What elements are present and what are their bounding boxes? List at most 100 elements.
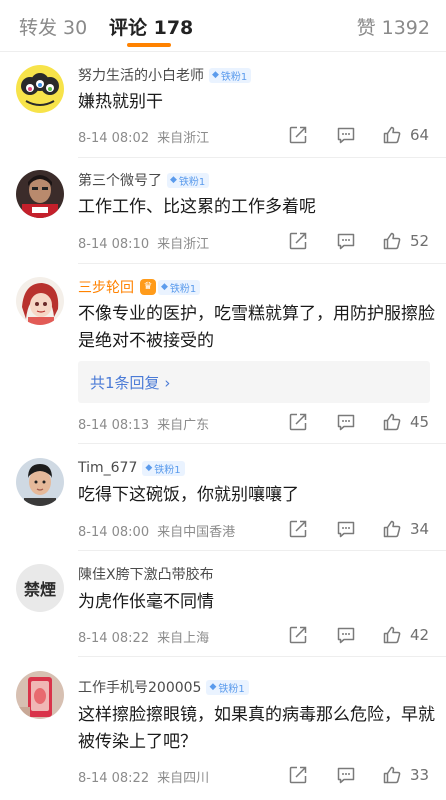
like-icon bbox=[382, 125, 402, 145]
share-icon[interactable] bbox=[288, 625, 308, 645]
like-count: 33 bbox=[410, 766, 430, 784]
comment-icon[interactable] bbox=[336, 765, 356, 785]
comment-item: 三步轮回 ♛ ◆ 铁粉1 不像专业的医护，吃雪糕就算了，用防护服擦脸是绝对不被接受… bbox=[0, 264, 446, 444]
comment-actions: 42 bbox=[288, 624, 430, 646]
reply-box[interactable]: 共1条回复 › bbox=[78, 361, 430, 403]
username-row: 陳佳X胯下激凸带胶布 bbox=[78, 565, 214, 583]
username-row: 三步轮回 ♛ ◆ 铁粉1 bbox=[78, 277, 201, 297]
badge-label: 铁粉1 bbox=[154, 464, 181, 476]
fan-badge: ◆ 铁粉1 bbox=[209, 67, 252, 83]
like-button[interactable]: 52 bbox=[382, 231, 430, 251]
comment-actions: 33 bbox=[288, 764, 430, 786]
like-count: 45 bbox=[410, 413, 430, 431]
active-tab-indicator bbox=[127, 43, 171, 47]
comment-location: 来自中国香港 bbox=[157, 525, 236, 540]
like-icon bbox=[382, 231, 402, 251]
like-button[interactable]: 45 bbox=[382, 412, 430, 432]
like-icon bbox=[382, 519, 402, 539]
share-icon[interactable] bbox=[288, 125, 308, 145]
comment-time: 8-14 08:13 bbox=[78, 418, 150, 433]
share-icon[interactable] bbox=[288, 765, 308, 785]
diamond-icon: ◆ bbox=[212, 70, 219, 80]
comment-meta: 8-14 08:13 来自广东 bbox=[78, 414, 209, 433]
username[interactable]: 第三个微号了 bbox=[78, 170, 162, 190]
like-count: 64 bbox=[410, 126, 430, 144]
comment-actions: 45 bbox=[288, 411, 430, 433]
comment-meta: 8-14 08:00 来自中国香港 bbox=[78, 521, 235, 540]
diamond-icon: ◆ bbox=[209, 682, 217, 692]
comment-text: 工作工作、比这累的工作多着呢 bbox=[78, 197, 316, 217]
badge-label: 铁粉1 bbox=[220, 71, 248, 83]
tab-comments[interactable]: 评论 178 bbox=[109, 13, 193, 40]
comment-location: 来自浙江 bbox=[157, 237, 210, 252]
like-icon bbox=[382, 625, 402, 645]
diamond-icon: ◆ bbox=[145, 463, 153, 473]
fan-badge: ◆ 铁粉1 bbox=[167, 172, 210, 188]
comment-meta: 8-14 08:22 来自四川 bbox=[78, 767, 209, 786]
comment-item: Tim_677 ◆ 铁粉1 吃得下这碗饭，你就别嚷嚷了 8-14 08:00 来自中… bbox=[0, 444, 446, 551]
comment-time: 8-14 08:10 bbox=[78, 237, 150, 252]
comment-icon[interactable] bbox=[336, 231, 356, 251]
comment-tabs: 转发 30 评论 178 赞 1392 bbox=[0, 0, 446, 52]
comment-actions: 34 bbox=[288, 518, 430, 540]
badge-label: 铁粉1 bbox=[169, 283, 197, 295]
comment-icon[interactable] bbox=[336, 519, 356, 539]
view-replies-link[interactable]: 共1条回复 › bbox=[90, 372, 170, 393]
comment-item: 工作手机号200005 ◆ 铁粉1 这样擦脸擦眼镜，如果真的病毒那么危险，早就被传… bbox=[0, 657, 446, 800]
comment-time: 8-14 08:02 bbox=[78, 131, 150, 146]
comment-meta: 8-14 08:10 来自浙江 bbox=[78, 233, 209, 252]
like-button[interactable]: 33 bbox=[382, 765, 430, 785]
badge-label: 铁粉1 bbox=[178, 176, 206, 188]
comment-item: 努力生活的小白老师 ◆ 铁粉1 嫌热就别干 8-14 08:02 来自浙江 64 bbox=[0, 52, 446, 158]
avatar[interactable]: 禁煙 bbox=[16, 564, 64, 612]
share-icon[interactable] bbox=[288, 519, 308, 539]
username-row: Tim_677 ◆ 铁粉1 bbox=[78, 459, 185, 477]
comment-time: 8-14 08:00 bbox=[78, 525, 150, 540]
comment-icon[interactable] bbox=[336, 125, 356, 145]
comment-item: 第三个微号了 ◆ 铁粉1 工作工作、比这累的工作多着呢 8-14 08:10 来自浙… bbox=[0, 158, 446, 264]
like-button[interactable]: 64 bbox=[382, 125, 430, 145]
comment-location: 来自广东 bbox=[157, 418, 210, 433]
username[interactable]: Tim_677 bbox=[78, 460, 137, 476]
username[interactable]: 努力生活的小白老师 bbox=[78, 65, 204, 85]
comment-text: 吃得下这碗饭，你就别嚷嚷了 bbox=[78, 485, 299, 505]
comment-time: 8-14 08:22 bbox=[78, 771, 150, 786]
username-row: 努力生活的小白老师 ◆ 铁粉1 bbox=[78, 65, 252, 85]
tab-repost[interactable]: 转发 30 bbox=[19, 13, 87, 40]
share-icon[interactable] bbox=[288, 412, 308, 432]
comment-text: 不像专业的医护，吃雪糕就算了，用防护服擦脸是绝对不被接受的 bbox=[78, 304, 435, 351]
like-count: 34 bbox=[410, 520, 430, 538]
avatar[interactable] bbox=[16, 458, 64, 506]
like-icon bbox=[382, 412, 402, 432]
comment-text: 为虎作伥毫不同情 bbox=[78, 592, 214, 612]
reply-count-label: 共1条回复 bbox=[90, 374, 160, 392]
avatar[interactable] bbox=[16, 277, 64, 325]
comment-location: 来自浙江 bbox=[157, 131, 210, 146]
comment-item: 禁煙 陳佳X胯下激凸带胶布 为虎作伥毫不同情 8-14 08:22 来自上海 42 bbox=[0, 551, 446, 657]
comment-text: 这样擦脸擦眼镜，如果真的病毒那么危险，早就被传染上了吧？ bbox=[78, 705, 435, 752]
comment-icon[interactable] bbox=[336, 412, 356, 432]
fan-badge: ◆ 铁粉1 bbox=[142, 460, 185, 476]
like-button[interactable]: 42 bbox=[382, 625, 430, 645]
chevron-right-icon: › bbox=[164, 374, 171, 392]
avatar[interactable] bbox=[16, 65, 64, 113]
fan-badge: ◆ 铁粉1 bbox=[206, 679, 249, 695]
like-button[interactable]: 34 bbox=[382, 519, 430, 539]
comment-icon[interactable] bbox=[336, 625, 356, 645]
avatar[interactable] bbox=[16, 170, 64, 218]
fan-badge: ◆ 铁粉1 bbox=[158, 279, 201, 295]
diamond-icon: ◆ bbox=[170, 175, 177, 185]
username[interactable]: 工作手机号200005 bbox=[78, 677, 201, 697]
tab-likes[interactable]: 赞 1392 bbox=[357, 13, 430, 40]
like-count: 42 bbox=[410, 626, 430, 644]
diamond-icon: ◆ bbox=[161, 282, 168, 292]
comment-text: 嫌热就别干 bbox=[78, 92, 163, 112]
share-icon[interactable] bbox=[288, 231, 308, 251]
comment-location: 来自四川 bbox=[157, 771, 210, 786]
comment-actions: 64 bbox=[288, 124, 430, 146]
badge-label: 铁粉1 bbox=[218, 683, 245, 695]
username[interactable]: 陳佳X胯下激凸带胶布 bbox=[78, 564, 214, 584]
avatar[interactable] bbox=[16, 671, 64, 719]
username[interactable]: 三步轮回 bbox=[78, 277, 134, 297]
comment-meta: 8-14 08:22 来自上海 bbox=[78, 627, 209, 646]
